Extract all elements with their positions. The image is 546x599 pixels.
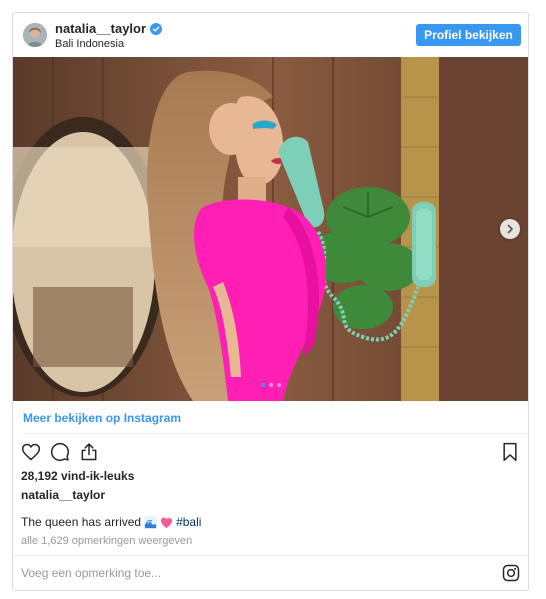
caption: The queen has arrived #bali <box>21 515 201 529</box>
verified-badge-icon <box>150 22 163 35</box>
post-photo-image <box>13 57 528 401</box>
caption-text: The queen has arrived <box>21 515 142 529</box>
carousel-dot-1 <box>261 383 265 387</box>
like-button[interactable] <box>21 442 41 462</box>
instagram-logo-link[interactable] <box>502 564 520 582</box>
share-button[interactable] <box>79 442 99 462</box>
username-row: natalia__taylor <box>55 21 163 36</box>
instagram-logo-icon <box>502 564 520 582</box>
divider <box>23 433 528 434</box>
wave-emoji <box>144 515 158 529</box>
location[interactable]: Bali Indonesia <box>55 38 162 50</box>
carousel-dot-2 <box>269 383 273 387</box>
avatar-image <box>23 23 47 47</box>
chevron-right-icon <box>507 224 513 234</box>
view-all-comments-link[interactable]: alle 1,629 opmerkingen weergeven <box>21 535 192 547</box>
post-header: natalia__taylor Bali Indonesia Profiel b… <box>13 13 528 57</box>
view-profile-button[interactable]: Profiel bekijken <box>416 24 521 46</box>
save-button[interactable] <box>500 442 520 462</box>
view-more-on-instagram-link[interactable]: Meer bekijken op Instagram <box>23 411 181 425</box>
likes-count[interactable]: 28,192 vind-ik-leuks <box>21 469 134 483</box>
post-photo[interactable] <box>13 57 528 401</box>
sparkling-heart-emoji <box>161 516 173 528</box>
hashtag-link[interactable]: #bali <box>176 515 201 529</box>
instagram-embed-card: natalia__taylor Bali Indonesia Profiel b… <box>12 12 529 591</box>
add-comment-input[interactable] <box>21 563 481 583</box>
carousel-next-button[interactable] <box>500 219 520 239</box>
user-block: natalia__taylor Bali Indonesia <box>55 21 163 50</box>
avatar[interactable] <box>23 23 47 47</box>
comment-button[interactable] <box>50 442 70 462</box>
comment-icon <box>50 442 70 462</box>
carousel-indicator <box>261 383 281 387</box>
divider <box>13 555 528 556</box>
action-bar <box>21 442 99 462</box>
share-icon <box>81 443 97 461</box>
username[interactable]: natalia__taylor <box>55 21 146 36</box>
poster-username[interactable]: natalia__taylor <box>21 488 105 502</box>
heart-icon <box>21 443 41 461</box>
carousel-dot-3 <box>277 383 281 387</box>
bookmark-icon <box>503 442 517 462</box>
